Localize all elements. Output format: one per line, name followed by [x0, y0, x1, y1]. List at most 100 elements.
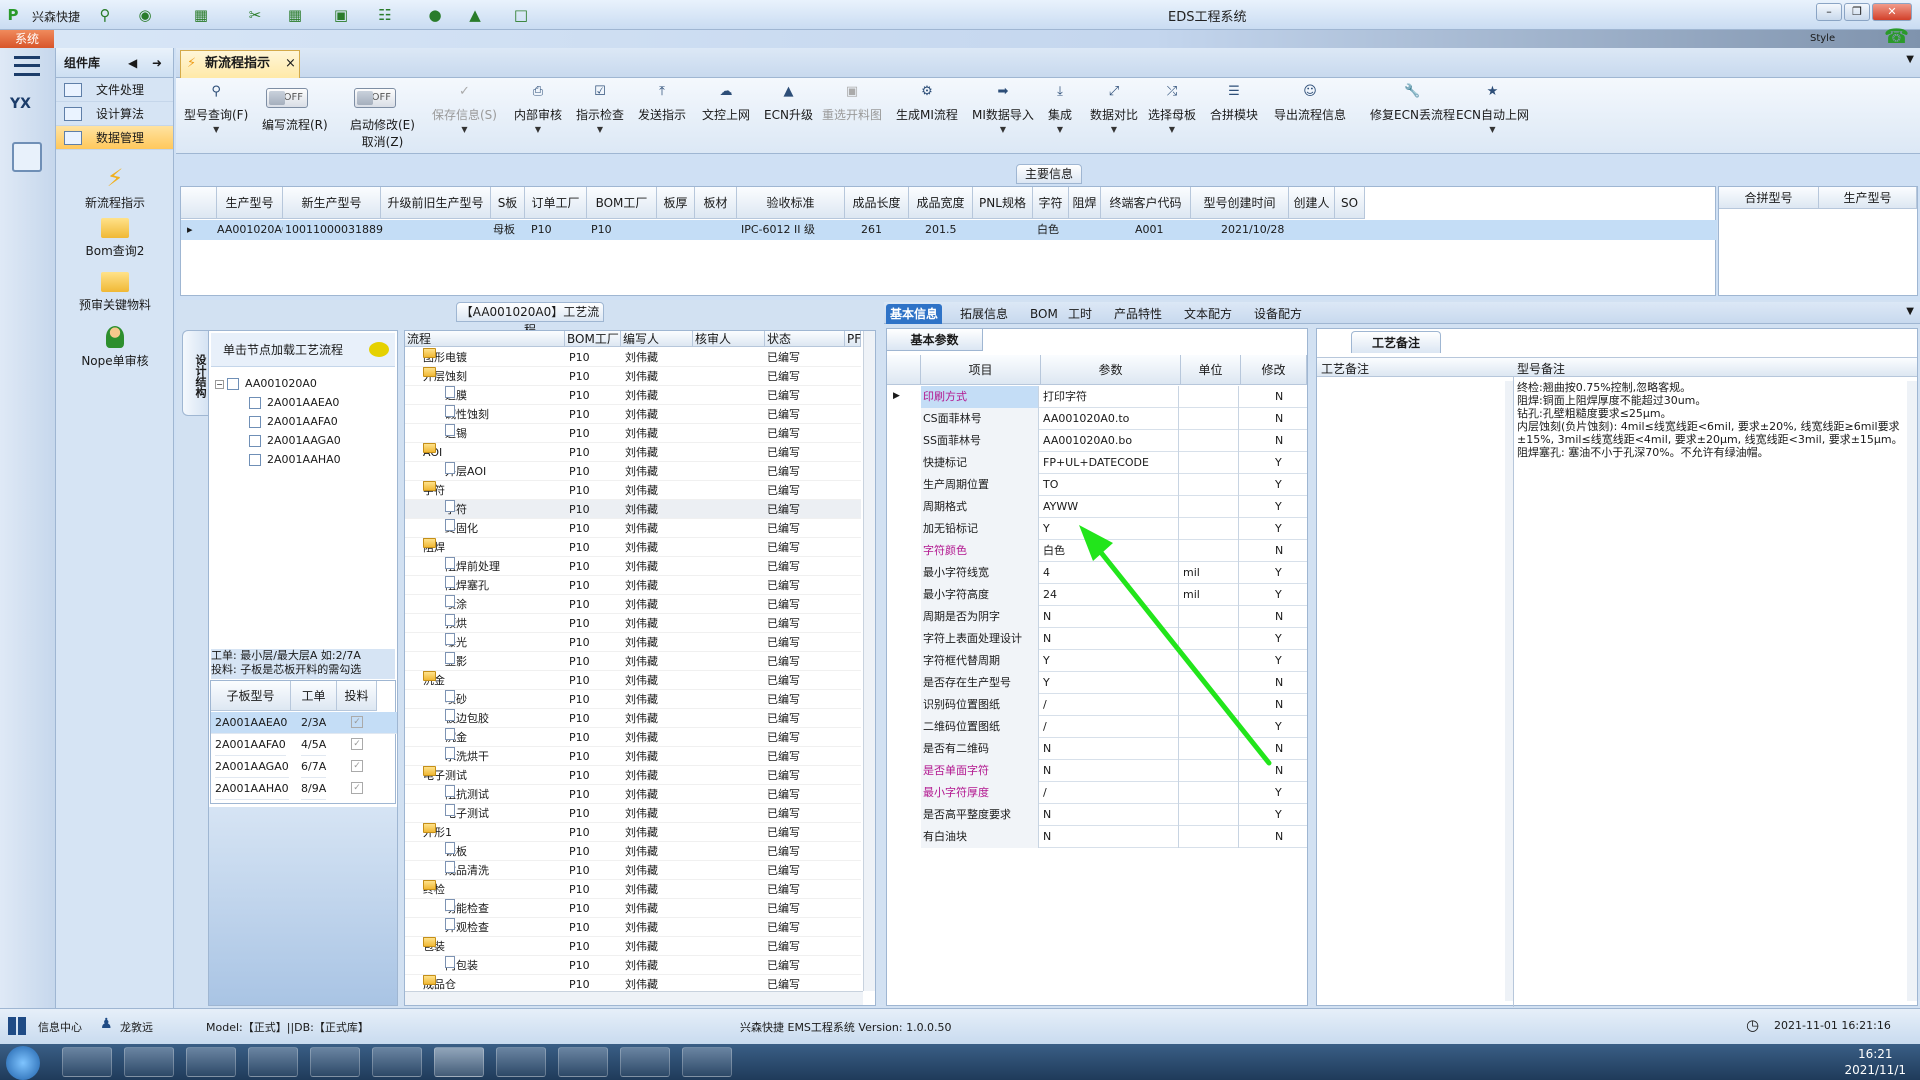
- col-header[interactable]: 合拼型号: [1719, 187, 1819, 209]
- process-row[interactable]: 喷涂 P10 刘伟藏 已编写: [405, 595, 861, 614]
- cell[interactable]: 白色: [1037, 220, 1069, 240]
- process-row[interactable]: −外形1 P10 刘伟藏 已编写: [405, 823, 861, 842]
- col-header[interactable]: 型号创建时间: [1191, 187, 1289, 219]
- search-icon[interactable]: ⚲: [94, 4, 116, 26]
- windows-grid-icon[interactable]: [8, 1017, 26, 1035]
- process-step[interactable]: 电子测试: [445, 804, 489, 823]
- vertical-scrollbar[interactable]: [1907, 381, 1917, 1001]
- col-header[interactable]: 字符: [1033, 187, 1069, 219]
- process-row[interactable]: 曝光 P10 刘伟藏 已编写: [405, 633, 861, 652]
- process-step[interactable]: 曝光: [445, 633, 467, 652]
- collapse-icon[interactable]: −: [215, 379, 224, 389]
- process-row[interactable]: 电子测试 P10 刘伟藏 已编写: [405, 804, 861, 823]
- reselect-cut-chart-button[interactable]: ▣ 重选开料图: [822, 84, 882, 123]
- tool-nope-review[interactable]: Nope单审核: [56, 326, 174, 369]
- col-header[interactable]: 工单: [291, 681, 337, 711]
- feed-checkbox[interactable]: ✓: [351, 782, 363, 794]
- building-icon[interactable]: ▣: [330, 4, 352, 26]
- process-row[interactable]: −包装 P10 刘伟藏 已编写: [405, 937, 861, 956]
- process-step[interactable]: 成品清洗: [445, 861, 489, 880]
- cell[interactable]: IPC-6012 II 级: [741, 220, 845, 240]
- col-header[interactable]: 核审人: [693, 331, 765, 347]
- load-hint-bar[interactable]: 单击节点加载工艺流程: [211, 333, 395, 367]
- cell[interactable]: 201.5: [925, 220, 973, 240]
- process-step[interactable]: 水洗烘干: [445, 747, 489, 766]
- process-group[interactable]: −终检: [423, 880, 445, 899]
- taskbar-app-save[interactable]: [186, 1047, 236, 1077]
- merge-module-button[interactable]: ☰ 合拼模块: [1210, 84, 1258, 123]
- tool-bom-query[interactable]: Bom查询2: [56, 218, 174, 259]
- taskbar-app-excel[interactable]: [496, 1047, 546, 1077]
- nav-item-design[interactable]: 设计算法: [56, 102, 173, 126]
- model-notes-text[interactable]: 终检:翘曲按0.75%控制,忽略客规。 阻焊:铜面上阻焊厚度不能超过30um。 钻孔…: [1517, 381, 1903, 459]
- generate-mi-button[interactable]: ⚙ 生成MI流程: [896, 84, 958, 123]
- col-header[interactable]: 投料: [337, 681, 377, 711]
- tree-node[interactable]: 2A001AAFA0: [249, 415, 338, 428]
- col-header[interactable]: 生产型号: [1819, 187, 1917, 209]
- col-header[interactable]: 编写人: [621, 331, 693, 347]
- process-step[interactable]: 阻抗测试: [445, 785, 489, 804]
- cell[interactable]: P10: [531, 220, 587, 240]
- export-flow-button[interactable]: ☺ 导出流程信息: [1274, 84, 1346, 123]
- process-step[interactable]: 阻焊前处理: [445, 557, 500, 576]
- col-header[interactable]: SO: [1335, 187, 1365, 219]
- process-step[interactable]: 字符: [445, 500, 467, 519]
- col-header[interactable]: PF: [845, 331, 861, 347]
- instruction-check-button[interactable]: ☑ 指示检查 ▼: [576, 84, 624, 134]
- cell[interactable]: A001: [1135, 220, 1191, 240]
- process-row[interactable]: 功能检查 P10 刘伟藏 已编写: [405, 899, 861, 918]
- tool-pre-review[interactable]: 预审关键物料: [56, 272, 174, 313]
- process-group[interactable]: −电子测试: [423, 766, 467, 785]
- process-group[interactable]: −外层蚀刻: [423, 367, 467, 386]
- save-info-button[interactable]: ✓ 保存信息(S) ▼: [432, 84, 497, 134]
- process-step[interactable]: 外层AOI: [445, 462, 486, 481]
- doc-online-button[interactable]: ☁ 文控上网: [702, 84, 750, 123]
- send-instruction-button[interactable]: ⤒ 发送指示: [638, 84, 686, 123]
- ecn-auto-online-button[interactable]: ★ ECN自动上网 ▼: [1456, 84, 1529, 134]
- process-row[interactable]: 外观检查 P10 刘伟藏 已编写: [405, 918, 861, 937]
- close-window-button[interactable]: ✕: [1872, 3, 1912, 21]
- col-header[interactable]: 成品长度: [845, 187, 909, 219]
- process-row[interactable]: −字符 P10 刘伟藏 已编写: [405, 481, 861, 500]
- process-row[interactable]: 碱性蚀刻 P10 刘伟藏 已编写: [405, 405, 861, 424]
- process-row[interactable]: 铣板 P10 刘伟藏 已编写: [405, 842, 861, 861]
- cell[interactable]: 261: [861, 220, 909, 240]
- col-header[interactable]: 升级前旧生产型号: [381, 187, 491, 219]
- process-step[interactable]: 碱性蚀刻: [445, 405, 489, 424]
- process-row[interactable]: 阻抗测试 P10 刘伟藏 已编写: [405, 785, 861, 804]
- checkbox[interactable]: [249, 435, 261, 447]
- col-header[interactable]: 板材: [695, 187, 737, 219]
- cell[interactable]: P10: [591, 220, 657, 240]
- process-group[interactable]: −沉金: [423, 671, 445, 690]
- process-step[interactable]: 铣板: [445, 842, 467, 861]
- process-row[interactable]: −图形电镀 P10 刘伟藏 已编写: [405, 348, 861, 367]
- process-group[interactable]: −阻焊: [423, 538, 445, 557]
- tab-extended-info[interactable]: 拓展信息: [956, 304, 1012, 324]
- chevron-down-icon[interactable]: ▼: [1906, 54, 1914, 65]
- tree-node[interactable]: 2A001AAGA0: [249, 434, 341, 447]
- process-row[interactable]: −终检 P10 刘伟藏 已编写: [405, 880, 861, 899]
- process-row[interactable]: 预烘 P10 刘伟藏 已编写: [405, 614, 861, 633]
- close-tab-icon[interactable]: ×: [285, 51, 296, 77]
- col-header[interactable]: PNL规格: [973, 187, 1033, 219]
- tab-work-hours[interactable]: 工时: [1064, 304, 1096, 324]
- nav-item-file[interactable]: 文件处理: [56, 78, 173, 102]
- process-row[interactable]: 板边包胶 P10 刘伟藏 已编写: [405, 709, 861, 728]
- write-flow-toggle[interactable]: OFF: [266, 88, 308, 108]
- col-header[interactable]: 生产型号: [217, 187, 283, 219]
- process-row[interactable]: 外层AOI P10 刘伟藏 已编写: [405, 462, 861, 481]
- fix-ecn-button[interactable]: 🔧 修复ECN丢流程: [1370, 84, 1455, 123]
- col-header[interactable]: 新生产型号: [283, 187, 381, 219]
- process-row[interactable]: 字符 P10 刘伟藏 已编写: [405, 500, 861, 519]
- tab-basic-info[interactable]: 基本信息: [886, 304, 943, 324]
- horizontal-scrollbar[interactable]: [405, 991, 863, 1005]
- start-button[interactable]: [6, 1046, 40, 1080]
- collapse-icon[interactable]: ◀: [128, 48, 137, 78]
- tab-bom[interactable]: BOM: [1026, 304, 1062, 324]
- taskbar-app-viewer[interactable]: [620, 1047, 670, 1077]
- process-step[interactable]: 外观检查: [445, 918, 489, 937]
- process-group[interactable]: −外形1: [423, 823, 452, 842]
- process-row[interactable]: −沉金 P10 刘伟藏 已编写: [405, 671, 861, 690]
- process-row[interactable]: 显影 P10 刘伟藏 已编写: [405, 652, 861, 671]
- col-header[interactable]: 型号备注: [1517, 360, 1565, 377]
